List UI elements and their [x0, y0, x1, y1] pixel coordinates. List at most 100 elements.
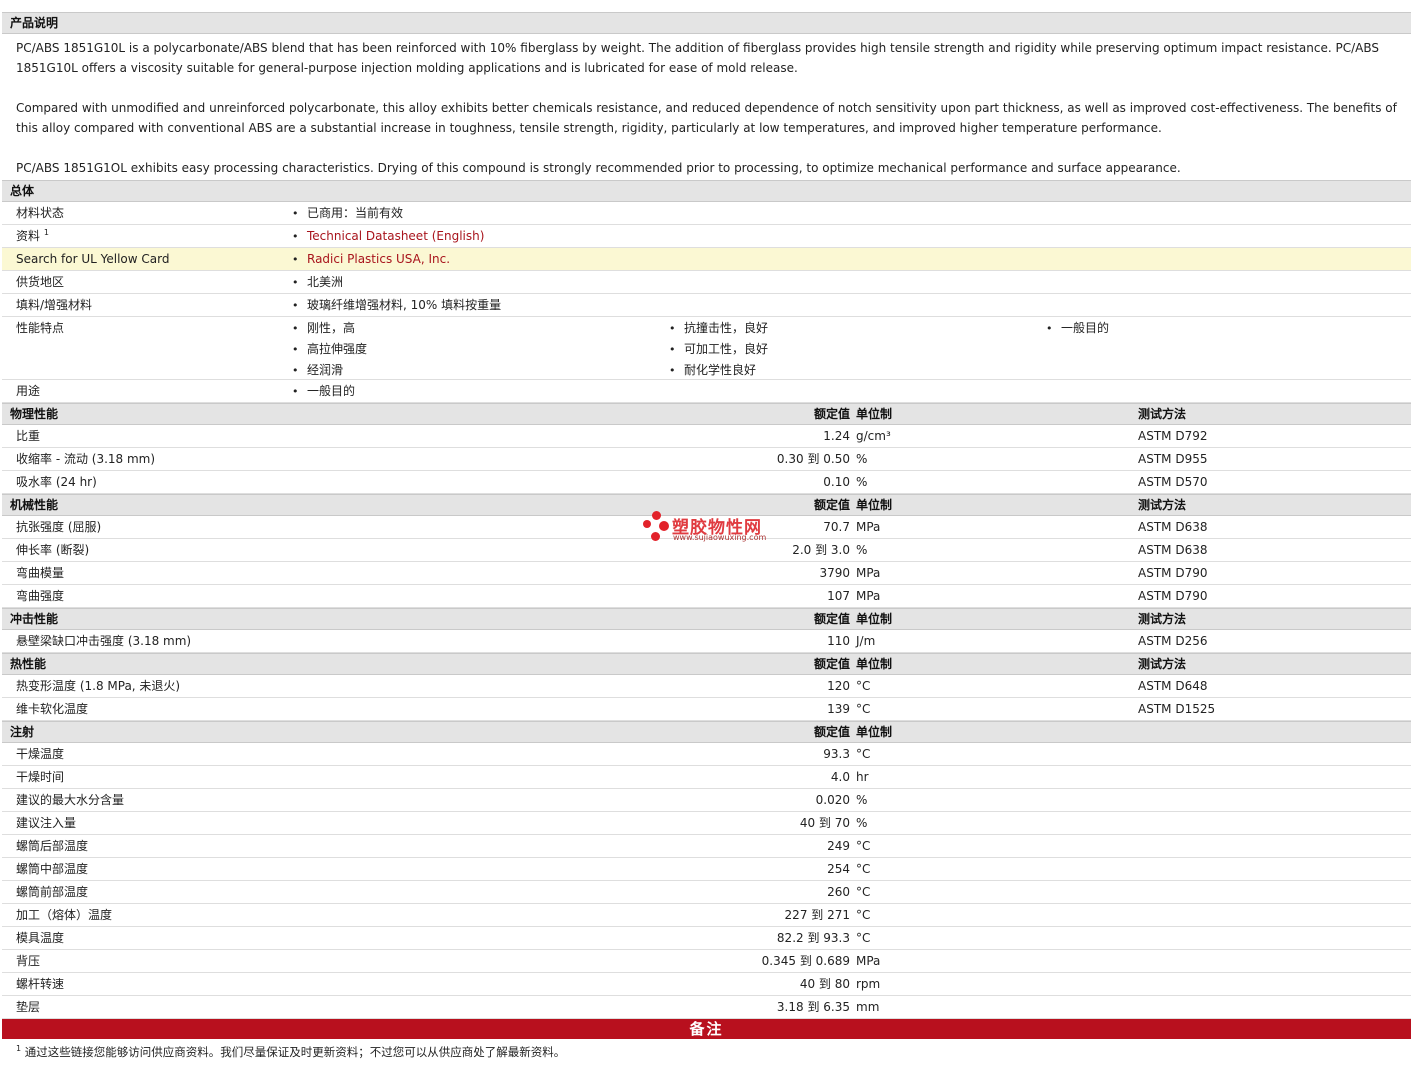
section-title: 产品说明: [10, 16, 59, 30]
footnote-marker: 1: [16, 1044, 22, 1053]
nominal-value: 260: [827, 885, 850, 899]
supplier-link[interactable]: Radici Plastics USA, Inc.: [307, 252, 450, 266]
property-label: 伸长率 (断裂): [16, 543, 90, 557]
unit-value: °C: [856, 747, 871, 761]
nominal-value: 82.2 到 93.3: [776, 931, 850, 945]
unit-header: 单位制: [856, 725, 893, 739]
property-label: 填料/增强材料: [16, 298, 93, 312]
property-row: 干燥时间 4.0 hr: [2, 766, 1411, 789]
property-row: 收缩率 - 流动 (3.18 mm) 0.30 到 0.50% ASTM D955: [2, 448, 1411, 471]
property-value: 北美洲: [292, 271, 343, 294]
unit-value: %: [856, 543, 868, 557]
property-label: 建议的最大水分含量: [16, 793, 125, 807]
property-row: 建议的最大水分含量 0.020%: [2, 789, 1411, 812]
row-material-status: 材料状态 已商用：当前有效: [2, 202, 1411, 225]
unit-value: °C: [856, 702, 871, 716]
property-label: 模具温度: [16, 931, 65, 945]
property-label: 维卡软化温度: [16, 702, 89, 716]
nominal-header: 额定值: [813, 407, 850, 421]
property-row: 螺筒中部温度 254 °C: [2, 858, 1411, 881]
property-label: 螺筒前部温度: [16, 885, 89, 899]
row-features: 性能特点 刚性，高 高拉伸强度 经润滑 抗撞击性，良好 可加工性，良好 耐化学性…: [2, 317, 1411, 380]
description-paragraph: Compared with unmodified and unreinforce…: [16, 101, 1397, 135]
property-label: 悬壁梁缺口冲击强度 (3.18 mm): [16, 634, 192, 648]
property-label: 资料 1: [16, 225, 49, 247]
test-method: ASTM D792: [1138, 429, 1208, 443]
unit-value: hr: [856, 770, 869, 784]
section-impact-header: 冲击性能 额定值 单位制 测试方法: [2, 608, 1411, 630]
technical-datasheet-link[interactable]: Technical Datasheet (English): [307, 229, 484, 243]
footnote: 1 通过这些链接您能够访问供应商资料。我们尽量保证及时更新资料；不过您可以从供应…: [2, 1039, 1411, 1065]
property-row: 干燥温度 93.3 °C: [2, 743, 1411, 766]
test-method: ASTM D648: [1138, 679, 1208, 693]
nominal-header: 额定值: [813, 612, 850, 626]
property-value: Radici Plastics USA, Inc.: [292, 248, 450, 271]
property-row: 悬壁梁缺口冲击强度 (3.18 mm) 110 J/m ASTM D256: [2, 630, 1411, 653]
nominal-value: 227 到 271: [784, 908, 850, 922]
property-value: 玻璃纤维增强材料, 10% 填料按重量: [292, 294, 501, 317]
nominal-value: 0.30 到 0.50: [776, 452, 850, 466]
unit-value: MPa: [856, 954, 881, 968]
row-filler: 填料/增强材料 玻璃纤维增强材料, 10% 填料按重量: [2, 294, 1411, 317]
nominal-header: 额定值: [813, 498, 850, 512]
nominal-value: 110: [827, 634, 850, 648]
test-method: ASTM D638: [1138, 520, 1208, 534]
unit-header: 单位制: [856, 657, 893, 671]
unit-header: 单位制: [856, 407, 893, 421]
test-method: ASTM D790: [1138, 566, 1208, 580]
method-header: 测试方法: [1138, 657, 1187, 671]
property-label: 吸水率 (24 hr): [16, 475, 97, 489]
property-value: 已商用：当前有效: [292, 202, 403, 225]
unit-value: rpm: [856, 977, 881, 991]
nominal-value: 70.7: [823, 520, 850, 534]
docs-label: 资料: [16, 229, 41, 243]
nominal-value: 3.18 到 6.35: [776, 1000, 850, 1014]
property-label: 材料状态: [16, 206, 65, 220]
property-row: 螺筒后部温度 249 °C: [2, 835, 1411, 858]
row-documents: 资料 1 Technical Datasheet (English): [2, 225, 1411, 248]
property-label: 比重: [16, 429, 41, 443]
unit-value: %: [856, 793, 868, 807]
section-title: 热性能: [10, 657, 47, 671]
property-label: 加工（熔体）温度: [16, 908, 113, 922]
nominal-value: 3790: [819, 566, 850, 580]
unit-header: 单位制: [856, 498, 893, 512]
nominal-value: 93.3: [823, 747, 850, 761]
property-row: 热变形温度 (1.8 MPa, 未退火) 120 °C ASTM D648: [2, 675, 1411, 698]
watermark-url: www.sujiaowuxing.com: [673, 533, 767, 542]
unit-value: %: [856, 475, 868, 489]
section-title: 总体: [10, 184, 35, 198]
property-value: Technical Datasheet (English): [292, 225, 484, 248]
unit-value: °C: [856, 908, 871, 922]
unit-value: J/m: [856, 634, 876, 648]
property-row: 背压 0.345 到 0.689 MPa: [2, 950, 1411, 973]
method-header: 测试方法: [1138, 612, 1187, 626]
property-row: 弯曲模量 3790 MPa ASTM D790: [2, 562, 1411, 585]
property-row: 螺筒前部温度 260 °C: [2, 881, 1411, 904]
property-label: 螺筒中部温度: [16, 862, 89, 876]
unit-value: %: [856, 452, 868, 466]
nominal-value: 254: [827, 862, 850, 876]
unit-value: °C: [856, 839, 871, 853]
test-method: ASTM D1525: [1138, 702, 1216, 716]
section-title: 冲击性能: [10, 612, 59, 626]
property-label: 背压: [16, 954, 41, 968]
thermal-rows: 热变形温度 (1.8 MPa, 未退火) 120 °C ASTM D648 维卡软化温度…: [2, 675, 1411, 721]
section-description-header: 产品说明: [2, 12, 1411, 34]
nominal-value: 0.020: [815, 793, 850, 807]
method-header: 测试方法: [1138, 407, 1187, 421]
row-region: 供货地区 北美洲: [2, 271, 1411, 294]
property-label: 性能特点: [16, 321, 65, 335]
property-label: 弯曲模量: [16, 566, 65, 580]
property-row: 弯曲强度 107 MPa ASTM D790: [2, 585, 1411, 608]
nominal-value: 107: [827, 589, 850, 603]
nominal-value: 40 到 80: [799, 977, 850, 991]
property-label: 热变形温度 (1.8 MPa, 未退火): [16, 679, 181, 693]
nominal-value: 139: [827, 702, 850, 716]
property-row: 建议注入量 40 到 70%: [2, 812, 1411, 835]
nominal-value: 40 到 70: [799, 816, 850, 830]
unit-value: MPa: [856, 589, 881, 603]
row-ul-yellow-card: Search for UL Yellow Card Radici Plastic…: [2, 248, 1411, 271]
injection-rows: 干燥温度 93.3 °C 干燥时间 4.0 hr 建议的最大水分含量 0.020% 建议注入量 4…: [2, 743, 1411, 1019]
feature-item: 刚性，高: [292, 318, 367, 339]
